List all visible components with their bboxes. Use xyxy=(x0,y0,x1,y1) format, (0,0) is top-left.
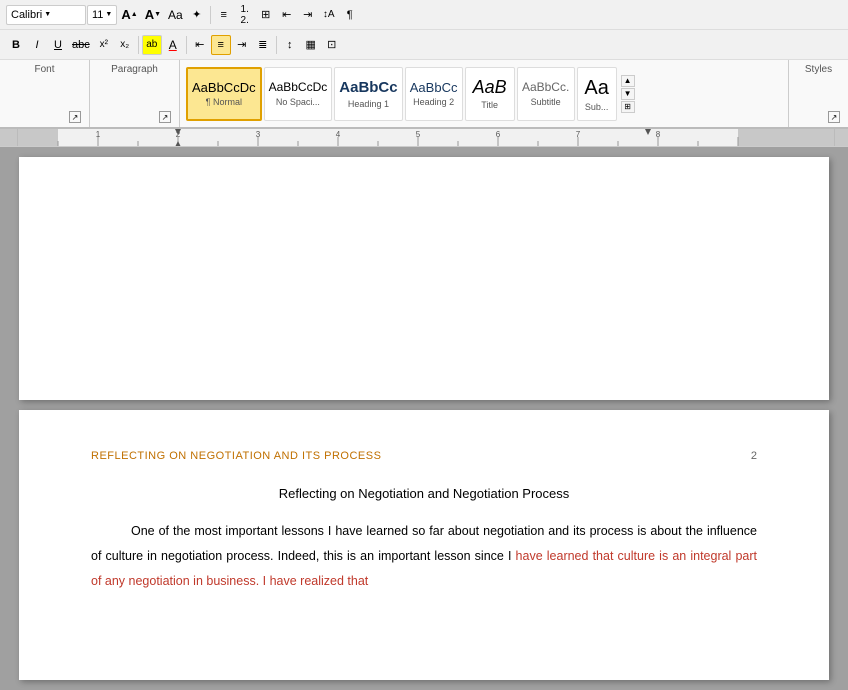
sep2 xyxy=(138,36,139,54)
style-subtitle-label: Subtitle xyxy=(531,97,561,107)
font-name-dropdown[interactable]: Calibri xyxy=(6,5,86,25)
page-2[interactable]: REFLECTING ON NEGOTIATION AND ITS PROCES… xyxy=(19,410,829,680)
highlight-btn[interactable]: ab xyxy=(142,35,162,55)
svg-text:4: 4 xyxy=(336,130,341,139)
style-title-preview: AaB xyxy=(473,77,507,99)
style-normal-label: ¶ Normal xyxy=(206,97,242,107)
style-title-label: Title xyxy=(481,100,498,110)
style-subtitle-preview: AaBbCc. xyxy=(522,80,569,94)
bullets-btn[interactable]: ≡ xyxy=(214,5,234,25)
style-sub2-label: Sub... xyxy=(585,102,609,112)
toolbar-row2: B I U abc x² x₂ ab A ⇤ ≡ ⇥ ≣ ↕ ▦ ⊡ xyxy=(0,30,848,60)
superscript-btn[interactable]: x² xyxy=(94,35,114,55)
page-main-title: Reflecting on Negotiation and Negotiatio… xyxy=(91,486,757,501)
styles-scroll[interactable]: ▲ ▼ ⊞ xyxy=(621,75,635,113)
svg-text:3: 3 xyxy=(256,130,261,139)
style-h2-label: Heading 2 xyxy=(413,97,454,107)
style-normal-preview: AaBbCcDc xyxy=(192,80,256,96)
sort-btn[interactable]: ↕A xyxy=(319,5,339,25)
styles-gallery: AaBbCcDc ¶ Normal AaBbCcDc No Spaci... A… xyxy=(180,60,788,127)
clear-format-btn[interactable]: ✦ xyxy=(187,5,207,25)
style-h1-preview: AaBbCc xyxy=(339,79,397,97)
svg-text:5: 5 xyxy=(416,130,421,139)
svg-text:6: 6 xyxy=(496,130,501,139)
svg-text:7: 7 xyxy=(576,130,581,139)
sep3 xyxy=(186,36,187,54)
page-number: 2 xyxy=(751,450,757,462)
styles-expand-btn[interactable]: ↗ xyxy=(828,111,840,123)
page-header-title: REFLECTING ON NEGOTIATION AND ITS PROCES… xyxy=(91,450,381,462)
svg-text:1: 1 xyxy=(96,130,101,139)
style-h1-label: Heading 1 xyxy=(348,99,389,109)
paragraph-section-label: Paragraph xyxy=(98,62,171,75)
font-color-btn[interactable]: A xyxy=(163,35,183,55)
justify-btn[interactable]: ≣ xyxy=(253,35,273,55)
page-1[interactable] xyxy=(19,157,829,400)
styles-scroll-down[interactable]: ▼ xyxy=(621,88,635,100)
decrease-indent-btn[interactable]: ⇤ xyxy=(277,5,297,25)
style-sub2-preview: Aa xyxy=(584,76,608,100)
increase-indent-btn[interactable]: ⇥ xyxy=(298,5,318,25)
font-section-label: Font xyxy=(8,62,81,75)
italic-btn[interactable]: I xyxy=(27,35,47,55)
shading-btn[interactable]: ▦ xyxy=(301,35,321,55)
sep4 xyxy=(276,36,277,54)
style-nospace-preview: AaBbCcDc xyxy=(269,80,328,94)
align-left-btn[interactable]: ⇤ xyxy=(190,35,210,55)
align-center-btn[interactable]: ≡ xyxy=(211,35,231,55)
style-sub2[interactable]: Aa Sub... xyxy=(577,67,617,121)
styles-scroll-up[interactable]: ▲ xyxy=(621,75,635,87)
align-right-btn[interactable]: ⇥ xyxy=(232,35,252,55)
subscript-btn[interactable]: x₂ xyxy=(115,35,135,55)
page-header: REFLECTING ON NEGOTIATION AND ITS PROCES… xyxy=(91,450,757,466)
sep1 xyxy=(210,6,211,24)
font-expand-btn[interactable]: ↗ xyxy=(69,111,81,123)
style-no-spacing[interactable]: AaBbCcDc No Spaci... xyxy=(264,67,333,121)
line-spacing-btn[interactable]: ↕ xyxy=(280,35,300,55)
paragraph-expand-btn[interactable]: ↗ xyxy=(159,111,171,123)
styles-scroll-more[interactable]: ⊞ xyxy=(621,101,635,113)
change-case-btn[interactable]: Aa xyxy=(165,5,186,25)
page-body[interactable]: One of the most important lessons I have… xyxy=(91,519,757,594)
font-grow-btn[interactable]: A▲ xyxy=(118,5,140,25)
document-area: REFLECTING ON NEGOTIATION AND ITS PROCES… xyxy=(0,147,848,690)
paragraph-mark-btn[interactable]: ¶ xyxy=(340,5,360,25)
style-subtitle[interactable]: AaBbCc. Subtitle xyxy=(517,67,575,121)
style-normal[interactable]: AaBbCcDc ¶ Normal xyxy=(186,67,262,121)
ruler: 1 2 3 4 5 6 7 8 xyxy=(0,129,848,147)
font-size-dropdown[interactable]: 11 xyxy=(87,5,117,25)
underline-btn[interactable]: U xyxy=(48,35,68,55)
style-title[interactable]: AaB Title xyxy=(465,67,515,121)
strikethrough-btn[interactable]: abc xyxy=(69,35,93,55)
style-h2-preview: AaBbCc xyxy=(410,80,458,96)
toolbar-row1: Calibri 11 A▲ A▼ Aa ✦ ≡ 1.2. ⊞ ⇤ ⇥ ↕A ¶ xyxy=(0,0,848,30)
borders-btn[interactable]: ⊡ xyxy=(322,35,342,55)
style-heading2[interactable]: AaBbCc Heading 2 xyxy=(405,67,463,121)
multilevel-btn[interactable]: ⊞ xyxy=(256,5,276,25)
bold-btn[interactable]: B xyxy=(6,35,26,55)
numbering-btn[interactable]: 1.2. xyxy=(235,5,255,25)
svg-text:8: 8 xyxy=(656,130,661,139)
font-shrink-btn[interactable]: A▼ xyxy=(142,5,164,25)
style-nospace-label: No Spaci... xyxy=(276,97,320,107)
styles-section-label: Styles xyxy=(797,62,840,75)
style-heading1[interactable]: AaBbCc Heading 1 xyxy=(334,67,402,121)
